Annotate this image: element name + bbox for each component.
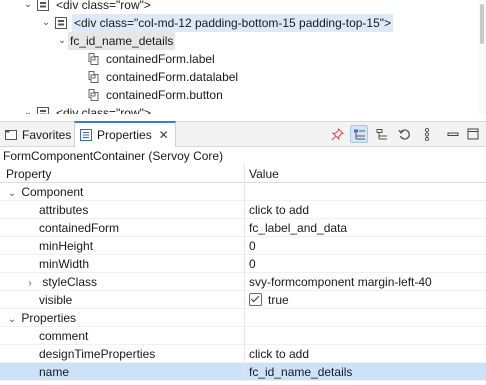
property-name: designTimeProperties: [0, 345, 245, 363]
tree-node[interactable]: containedForm.button: [84, 86, 225, 104]
column-header-value[interactable]: Value: [249, 165, 486, 183]
column-header-property[interactable]: Property: [0, 165, 245, 183]
category-row[interactable]: ⌄ Component: [0, 183, 486, 201]
advanced-icon[interactable]: [373, 125, 391, 143]
property-name: containedForm: [0, 219, 245, 237]
tree-node[interactable]: ⌄ <div class="col-md-12 padding-bottom-1…: [40, 14, 394, 32]
tree-node[interactable]: containedForm.datalabel: [84, 68, 240, 86]
properties-icon: [80, 129, 92, 141]
tab-favorites[interactable]: Favorites: [0, 122, 74, 147]
pin-icon[interactable]: [328, 125, 346, 143]
category-label: Component: [21, 185, 84, 199]
table-row[interactable]: containedForm fc_label_and_data: [0, 219, 486, 237]
visible-checkbox[interactable]: [249, 293, 262, 306]
component-icon: [88, 53, 99, 65]
table-row[interactable]: attributes click to add: [0, 201, 486, 219]
property-value[interactable]: [249, 327, 486, 345]
tree-node-label: <div class="col-md-12 padding-bottom-15 …: [72, 14, 394, 32]
layout-container-icon: [37, 0, 49, 11]
view-tab-bar: Favorites Properties ✕: [0, 121, 486, 147]
tree-node[interactable]: ⌄ <div class="row">: [22, 104, 153, 114]
view-menu-icon[interactable]: [418, 125, 436, 143]
category-row[interactable]: ⌄ Properties: [0, 309, 486, 327]
chevron-down-icon[interactable]: ⌄: [40, 14, 52, 32]
chevron-down-icon[interactable]: ⌄: [6, 311, 18, 327]
property-name: styleClass: [42, 275, 98, 289]
property-name: minHeight: [0, 237, 245, 255]
table-row[interactable]: comment: [0, 327, 486, 345]
table-row-selected[interactable]: name fc_id_name_details: [0, 363, 486, 381]
table-row[interactable]: minHeight 0: [0, 237, 486, 255]
property-value[interactable]: fc_id_name_details: [249, 363, 486, 381]
table-row[interactable]: visible true: [0, 291, 486, 309]
layout-container-icon: [37, 107, 49, 114]
table-header: Property Value: [0, 165, 486, 183]
selection-title: FormComponentContainer (Servoy Core): [3, 149, 224, 163]
tree-node-label: containedForm.button: [106, 88, 223, 102]
maximize-icon[interactable]: [464, 125, 482, 143]
tree-node-label: <div class="row">: [56, 106, 151, 114]
chevron-right-icon[interactable]: ›: [24, 275, 36, 291]
categories-icon[interactable]: [350, 125, 368, 143]
table-row[interactable]: › styleClass svy-formcomponent margin-le…: [0, 273, 486, 291]
tree-node-label: containedForm.label: [106, 52, 215, 66]
tree-node-label: containedForm.datalabel: [106, 70, 239, 84]
tree-node-label: <div class="row">: [56, 0, 151, 12]
tab-favorites-label: Favorites: [22, 127, 72, 142]
chevron-down-icon[interactable]: ⌄: [22, 104, 34, 114]
property-name: comment: [0, 327, 245, 345]
property-name: attributes: [0, 201, 245, 219]
tree-node[interactable]: ⌄ fc_id_name_details: [56, 32, 176, 50]
minimize-icon[interactable]: [444, 125, 462, 143]
tree-node-label: fc_id_name_details: [68, 32, 176, 50]
property-value[interactable]: 0: [249, 237, 486, 255]
tree-node[interactable]: ⌄ <div class="row">: [22, 0, 153, 14]
layout-container-icon: [55, 17, 67, 29]
properties-table: Property Value ⌄ Component attributes cl…: [0, 165, 486, 381]
property-name: visible: [0, 291, 245, 309]
property-name: name: [0, 363, 245, 381]
table-row[interactable]: designTimeProperties click to add: [0, 345, 486, 363]
property-value[interactable]: click to add: [249, 201, 486, 219]
property-name: minWidth: [0, 255, 245, 273]
property-value[interactable]: svy-formcomponent margin-left-40: [249, 273, 486, 291]
tab-properties-label: Properties: [97, 128, 152, 142]
chevron-down-icon[interactable]: ⌄: [22, 0, 34, 14]
tree-scrollbar[interactable]: [478, 0, 486, 114]
property-value[interactable]: fc_label_and_data: [249, 219, 486, 237]
scrollbar-thumb[interactable]: [480, 4, 484, 44]
outline-tree[interactable]: ⌄ <div class="row"> ⌄ <div class="col-md…: [0, 0, 486, 114]
close-icon[interactable]: ✕: [158, 128, 170, 142]
favorites-icon: [5, 129, 17, 140]
chevron-down-icon[interactable]: ⌄: [56, 32, 68, 50]
table-row[interactable]: minWidth 0: [0, 255, 486, 273]
tab-properties[interactable]: Properties ✕: [74, 121, 176, 147]
category-label: Properties: [21, 311, 77, 325]
property-value[interactable]: 0: [249, 255, 486, 273]
property-value: true: [268, 293, 289, 307]
restore-default-icon[interactable]: [395, 125, 413, 143]
chevron-down-icon[interactable]: ⌄: [6, 185, 18, 201]
tree-node[interactable]: containedForm.label: [84, 50, 217, 68]
property-value[interactable]: click to add: [249, 345, 486, 363]
component-icon: [88, 89, 99, 101]
component-icon: [88, 71, 99, 83]
